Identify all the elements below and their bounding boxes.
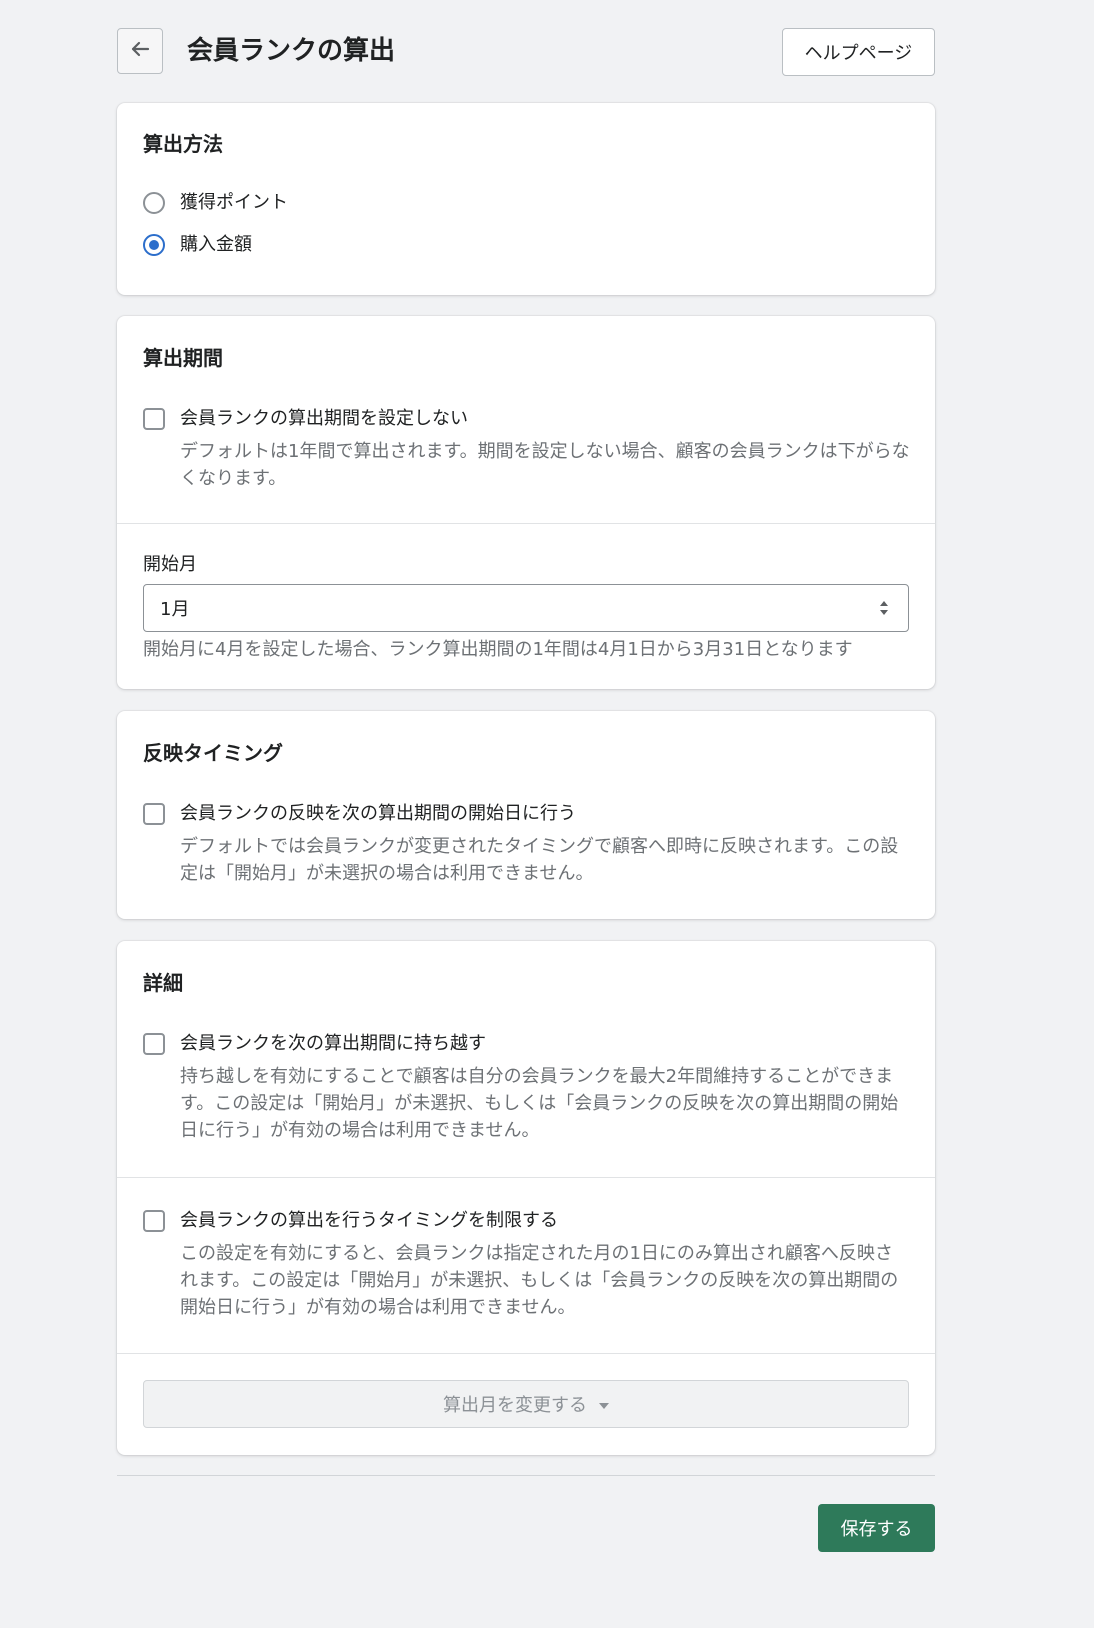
no-period-checkbox[interactable] bbox=[143, 408, 165, 430]
no-period-label: 会員ランクの算出期間を設定しない bbox=[180, 408, 468, 429]
no-period-help: デフォルトは1年間で算出されます。期間を設定しない場合、顧客の会員ランクは下がら… bbox=[180, 441, 910, 489]
limit-timing-checkbox[interactable] bbox=[143, 1210, 165, 1232]
change-month-button[interactable]: 算出月を変更する bbox=[143, 1380, 909, 1428]
timing-option[interactable]: 会員ランクの反映を次の算出期間の開始日に行う bbox=[143, 801, 576, 827]
radio-points-label: 獲得ポイント bbox=[180, 192, 288, 213]
timing-help: デフォルトでは会員ランクが変更されたタイミングで顧客へ即時に反映されます。この設… bbox=[180, 836, 899, 884]
timing-card: 反映タイミング 会員ランクの反映を次の算出期間の開始日に行う デフォルトでは会員… bbox=[117, 711, 935, 919]
select-arrows-icon bbox=[878, 599, 890, 622]
limit-timing-label: 会員ランクの算出を行うタイミングを制限する bbox=[180, 1210, 558, 1231]
caret-down-icon bbox=[599, 1402, 609, 1409]
radio-amount-label: 購入金額 bbox=[180, 234, 252, 255]
details-card: 詳細 会員ランクを次の算出期間に持ち越す 持ち越しを有効にすることで顧客は自分の… bbox=[117, 941, 935, 1455]
period-title: 算出期間 bbox=[143, 346, 223, 370]
period-card: 算出期間 会員ランクの算出期間を設定しない デフォルトは1年間で算出されます。期… bbox=[117, 316, 935, 689]
change-month-label: 算出月を変更する bbox=[443, 1395, 587, 1416]
start-month-select[interactable]: 1月 bbox=[143, 584, 909, 632]
details-title: 詳細 bbox=[143, 971, 183, 995]
start-month-label: 開始月 bbox=[143, 554, 197, 575]
page-header: 会員ランクの算出 ヘルプページ bbox=[117, 28, 935, 76]
start-month-help: 開始月に4月を設定した場合、ランク算出期間の1年間は4月1日から3月31日となり… bbox=[143, 639, 853, 660]
carry-over-option[interactable]: 会員ランクを次の算出期間に持ち越す bbox=[143, 1031, 486, 1057]
divider bbox=[117, 1177, 935, 1178]
back-button[interactable] bbox=[117, 28, 163, 74]
method-card: 算出方法 獲得ポイント 購入金額 bbox=[117, 103, 935, 295]
arrow-left-icon bbox=[129, 38, 151, 64]
timing-label: 会員ランクの反映を次の算出期間の開始日に行う bbox=[180, 803, 576, 824]
carry-over-label: 会員ランクを次の算出期間に持ち越す bbox=[180, 1033, 486, 1054]
page-title: 会員ランクの算出 bbox=[187, 36, 396, 66]
footer-divider bbox=[117, 1475, 935, 1476]
help-page-button[interactable]: ヘルプページ bbox=[782, 28, 935, 76]
carry-over-help: 持ち越しを有効にすることで顧客は自分の会員ランクを最大2年間維持することができま… bbox=[180, 1066, 899, 1141]
start-month-value: 1月 bbox=[160, 599, 190, 620]
limit-timing-help: この設定を有効にすると、会員ランクは指定された月の1日にのみ算出され顧客へ反映さ… bbox=[180, 1243, 899, 1318]
timing-title: 反映タイミング bbox=[143, 741, 283, 765]
no-period-option[interactable]: 会員ランクの算出期間を設定しない bbox=[143, 406, 468, 432]
carry-over-checkbox[interactable] bbox=[143, 1033, 165, 1055]
radio-option-amount[interactable]: 購入金額 bbox=[143, 232, 252, 258]
limit-timing-option[interactable]: 会員ランクの算出を行うタイミングを制限する bbox=[143, 1208, 558, 1234]
save-button[interactable]: 保存する bbox=[818, 1504, 935, 1552]
radio-option-points[interactable]: 獲得ポイント bbox=[143, 190, 288, 216]
method-title: 算出方法 bbox=[143, 132, 223, 156]
divider bbox=[117, 1353, 935, 1354]
radio-amount[interactable] bbox=[143, 234, 165, 256]
divider bbox=[117, 523, 935, 524]
timing-checkbox[interactable] bbox=[143, 803, 165, 825]
radio-points[interactable] bbox=[143, 192, 165, 214]
page: 会員ランクの算出 ヘルプページ 算出方法 獲得ポイント 購入金額 算出期間 会員… bbox=[0, 0, 1094, 1628]
